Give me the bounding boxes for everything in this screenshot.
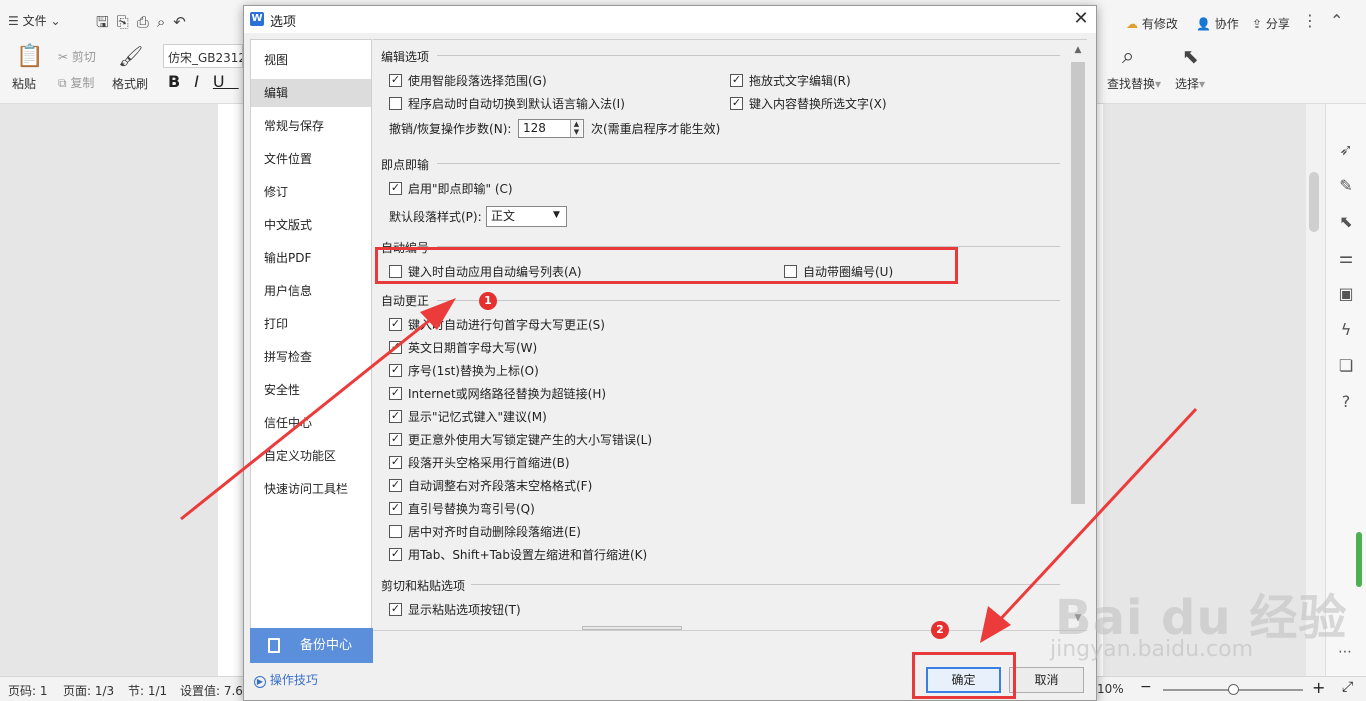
arrow-line-1 [180,310,441,521]
watermark-url: jingyan.baidu.com [1050,637,1254,662]
